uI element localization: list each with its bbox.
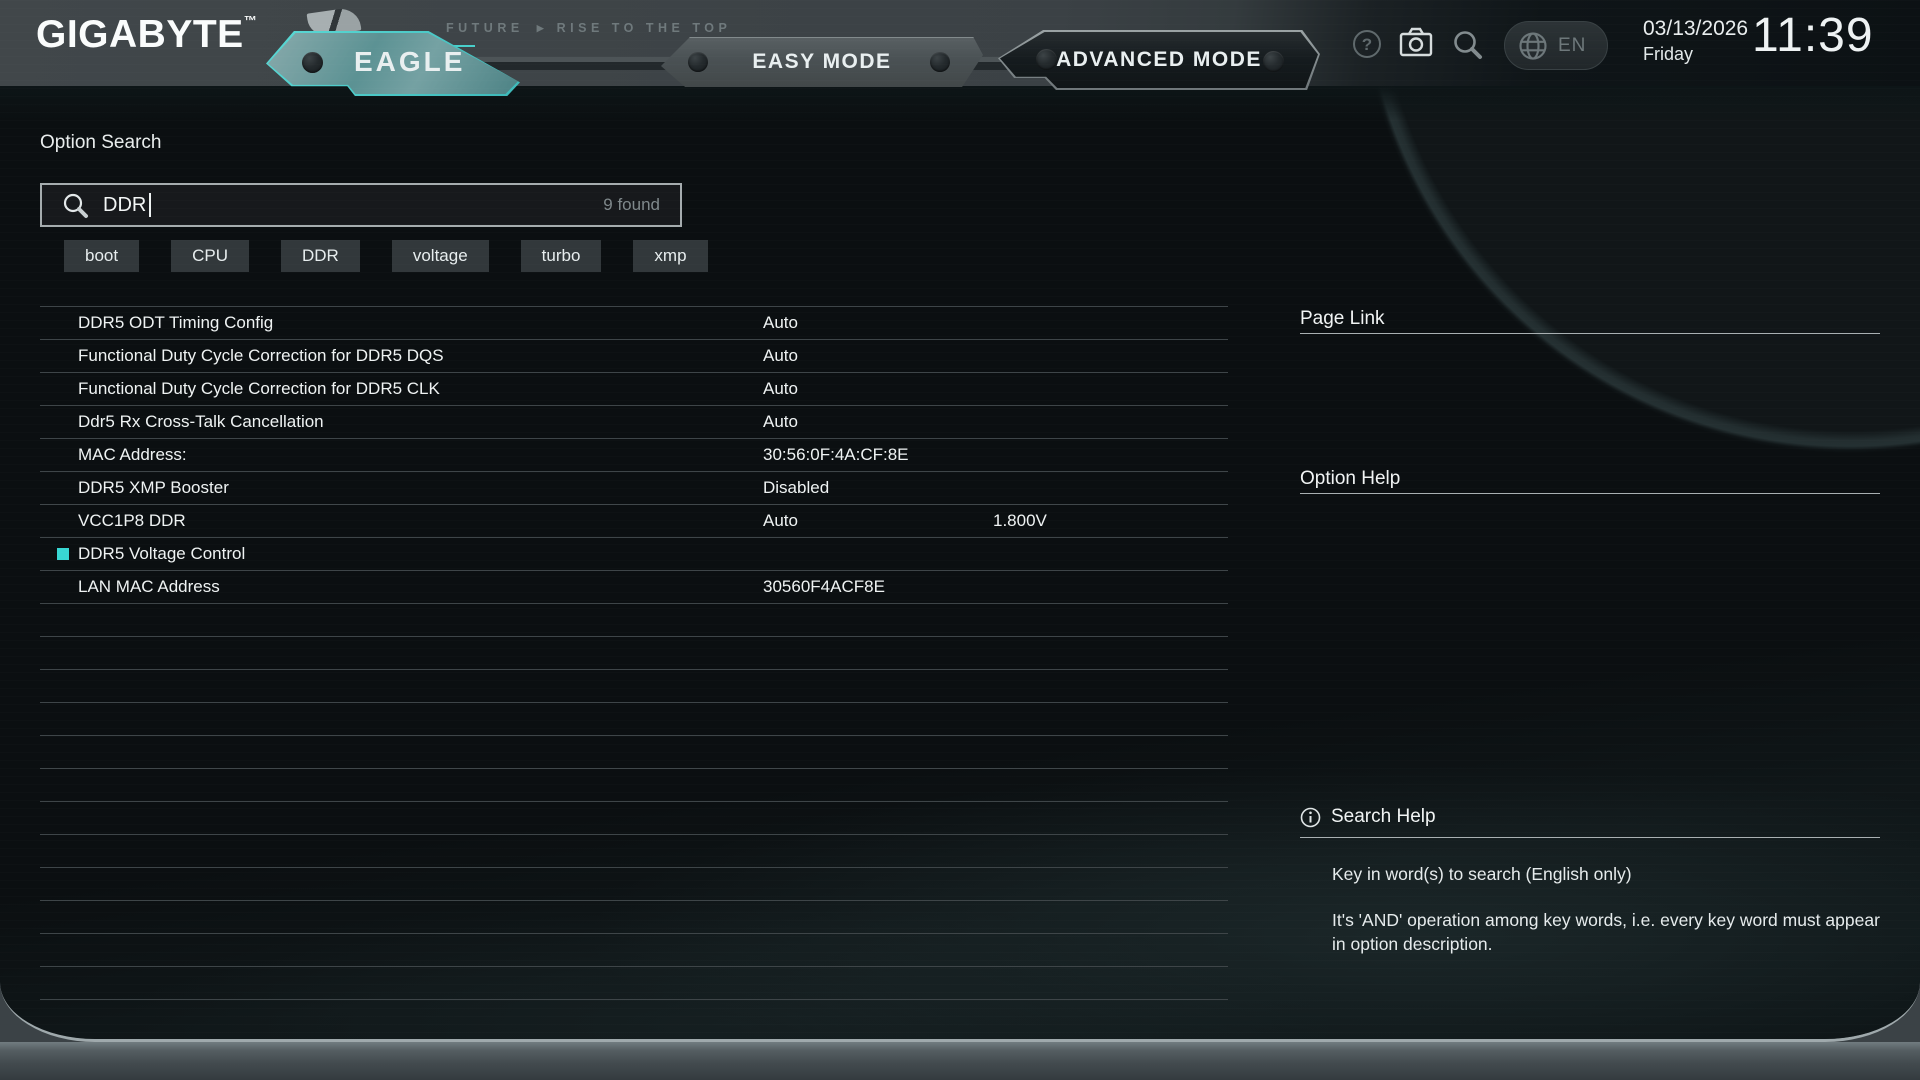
row-value-secondary: 1.800V <box>993 511 1047 531</box>
row-value: Auto <box>763 346 798 366</box>
table-row-empty <box>40 768 1228 801</box>
text-caret <box>149 193 151 217</box>
keyword-chips: boot CPU DDR voltage turbo xmp <box>64 240 708 272</box>
table-row[interactable]: Functional Duty Cycle Correction for DDR… <box>40 372 1228 405</box>
search-help-label: Search Help <box>1331 806 1436 828</box>
tab-easy-mode[interactable]: EASY MODE <box>661 37 983 87</box>
option-search-title: Option Search <box>40 132 161 154</box>
row-label: Functional Duty Cycle Correction for DDR… <box>78 379 440 399</box>
keyword-chip[interactable]: DDR <box>281 240 360 272</box>
table-row[interactable]: VCC1P8 DDR Auto 1.800V <box>40 504 1228 537</box>
table-row-empty <box>40 933 1228 966</box>
search-help-line2: It's 'AND' operation among key words, i.… <box>1332 908 1884 956</box>
table-row-empty <box>40 834 1228 867</box>
table-row-empty <box>40 603 1228 636</box>
table-row-empty <box>40 735 1228 768</box>
table-row-empty <box>40 636 1228 669</box>
row-value: Auto <box>763 412 798 432</box>
gigabyte-logo: GIGABYTE™ <box>36 13 257 57</box>
table-row[interactable]: MAC Address: 30:56:0F:4A:CF:8E <box>40 438 1228 471</box>
footer-bar <box>0 1042 1920 1080</box>
row-value: Auto <box>763 511 798 531</box>
info-icon <box>1300 807 1321 828</box>
bios-screen: GIGABYTE™ FUTURE ▶ RISE TO THE TOP EAGLE… <box>0 0 1920 1042</box>
rivet-icon <box>1036 49 1057 70</box>
results-count: 9 found <box>603 195 660 215</box>
row-label: Functional Duty Cycle Correction for DDR… <box>78 346 444 366</box>
tab-advanced-mode[interactable]: ADVANCED MODE <box>998 30 1320 90</box>
table-row-empty <box>40 900 1228 933</box>
globe-icon <box>1518 31 1548 61</box>
row-value: 30560F4ACF8E <box>763 577 885 597</box>
table-row-empty <box>40 669 1228 702</box>
row-value: Auto <box>763 313 798 333</box>
table-row-empty <box>40 702 1228 735</box>
row-label: Ddr5 Rx Cross-Talk Cancellation <box>78 412 324 432</box>
clock-date: 03/13/2026 Friday <box>1643 17 1748 65</box>
search-help-line1: Key in word(s) to search (English only) <box>1332 864 1632 885</box>
search-input[interactable]: DDR 9 found <box>40 183 682 227</box>
page-link-title: Page Link <box>1300 308 1385 330</box>
keyword-chip[interactable]: turbo <box>521 240 602 272</box>
search-help-divider <box>1300 837 1880 838</box>
tab-easy-mode-label: EASY MODE <box>752 50 891 74</box>
row-label: VCC1P8 DDR <box>78 511 186 531</box>
tab-eagle[interactable]: EAGLE <box>266 31 520 96</box>
search-help-title: Search Help <box>1300 806 1436 828</box>
language-code: EN <box>1558 35 1586 57</box>
language-selector[interactable]: EN <box>1504 21 1608 70</box>
keyword-chip[interactable]: boot <box>64 240 139 272</box>
results-table: DDR5 ODT Timing Config Auto Functional Dut… <box>40 306 1228 1000</box>
table-row[interactable]: DDR5 XMP Booster Disabled <box>40 471 1228 504</box>
row-label: DDR5 ODT Timing Config <box>78 313 273 333</box>
triangle-icon: ▶ <box>537 23 544 34</box>
option-help-title: Option Help <box>1300 468 1400 490</box>
row-label: MAC Address: <box>78 445 187 465</box>
keyword-chip[interactable]: CPU <box>171 240 249 272</box>
tab-advanced-mode-label: ADVANCED MODE <box>1056 48 1262 72</box>
row-value: 30:56:0F:4A:CF:8E <box>763 445 909 465</box>
table-row-empty <box>40 867 1228 900</box>
camera-icon[interactable] <box>1398 26 1434 64</box>
row-label: DDR5 Voltage Control <box>78 544 245 564</box>
keyword-chip[interactable]: voltage <box>392 240 489 272</box>
table-row-empty <box>40 801 1228 834</box>
top-bar: GIGABYTE™ FUTURE ▶ RISE TO THE TOP EAGLE… <box>0 0 1920 86</box>
table-row[interactable]: Ddr5 Rx Cross-Talk Cancellation Auto <box>40 405 1228 438</box>
rivet-icon <box>930 52 950 72</box>
table-row-empty <box>40 966 1228 999</box>
top-search-icon[interactable] <box>1452 29 1483 65</box>
svg-text:?: ? <box>1362 35 1372 54</box>
date-value: 03/13/2026 <box>1643 17 1748 41</box>
page-link-divider <box>1300 333 1880 334</box>
selected-row-bullet-icon <box>57 548 69 560</box>
clock-time: 11:39 <box>1752 8 1874 63</box>
rivet-icon <box>1263 51 1284 72</box>
row-value: Disabled <box>763 478 829 498</box>
row-label: DDR5 XMP Booster <box>78 478 229 498</box>
row-label: LAN MAC Address <box>78 577 220 597</box>
rivet-icon <box>688 52 708 72</box>
table-row[interactable]: LAN MAC Address 30560F4ACF8E <box>40 570 1228 603</box>
tab-eagle-label: EAGLE <box>354 46 465 78</box>
table-row[interactable]: DDR5 ODT Timing Config Auto <box>40 306 1228 339</box>
help-icon[interactable]: ? <box>1352 29 1382 64</box>
table-row[interactable]: Functional Duty Cycle Correction for DDR… <box>40 339 1228 372</box>
search-icon <box>62 192 89 219</box>
table-row[interactable]: DDR5 Voltage Control <box>40 537 1228 570</box>
row-value: Auto <box>763 379 798 399</box>
day-value: Friday <box>1643 44 1748 65</box>
rivet-icon <box>302 52 323 73</box>
keyword-chip[interactable]: xmp <box>633 240 707 272</box>
search-query-text: DDR <box>103 194 146 217</box>
option-help-divider <box>1300 493 1880 494</box>
tagline-rise: RISE TO THE TOP <box>557 21 732 35</box>
